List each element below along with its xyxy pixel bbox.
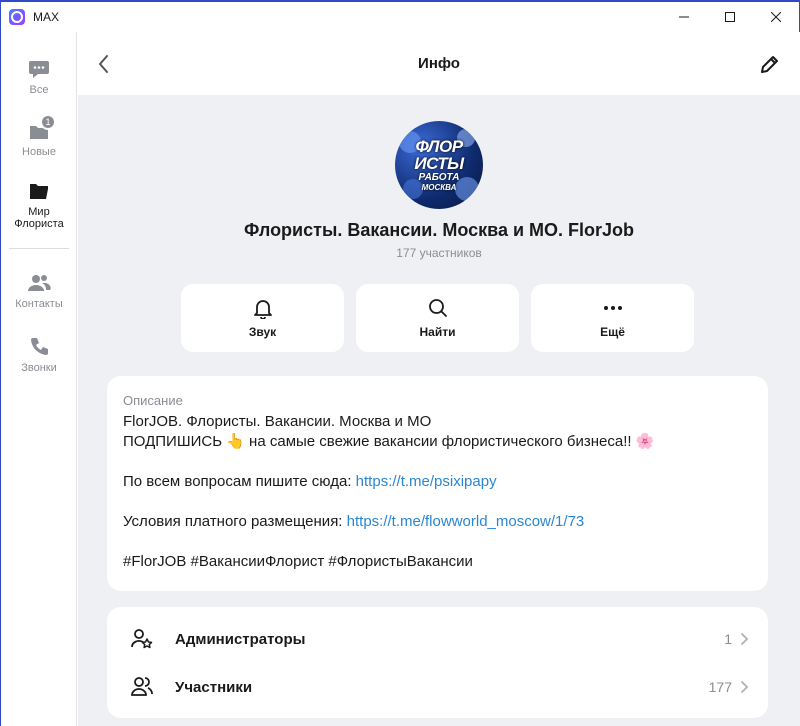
avatar-text-line1: ФЛОР <box>415 137 463 156</box>
chat-bubble-icon <box>29 61 49 78</box>
admins-label: Администраторы <box>175 630 306 648</box>
more-dots-icon <box>603 306 622 310</box>
description-card: Описание FlorJOB. Флористы. Вакансии. Мо… <box>107 376 768 591</box>
more-button-label: Ещё <box>600 325 625 339</box>
description-blank-line <box>123 492 752 512</box>
back-button[interactable] <box>92 52 116 76</box>
group-member-count: 177 участников <box>396 246 482 260</box>
rail-label-florist-world: Мир Флориста <box>14 206 64 230</box>
admins-row[interactable]: Администраторы 1 <box>107 615 768 663</box>
avatar-text-line4: МОСКВА <box>421 183 457 192</box>
window-title: MAX <box>33 10 60 24</box>
rail-item-calls[interactable]: Звонки <box>1 336 77 374</box>
window-titlebar: MAX <box>0 0 800 32</box>
rail-label-calls: Звонки <box>21 362 57 374</box>
maximize-icon <box>725 12 735 22</box>
maximize-button[interactable] <box>707 2 753 32</box>
more-button[interactable]: Ещё <box>531 284 694 352</box>
close-window-button[interactable] <box>753 2 799 32</box>
members-icon <box>131 677 153 696</box>
members-list-card: Администраторы 1 Участники 177 <box>107 607 768 718</box>
window-controls <box>661 2 799 32</box>
description-line: FlorJOB. Флористы. Вакансии. Москва и МО <box>123 413 432 430</box>
find-button-label: Найти <box>419 325 456 339</box>
description-line: По всем вопросам пишите сюда: https://t.… <box>123 472 752 492</box>
minimize-icon <box>679 16 689 18</box>
rail-item-contacts[interactable]: Контакты <box>1 272 77 310</box>
bell-icon <box>253 300 272 319</box>
members-count: 177 <box>708 679 732 695</box>
folder-icon <box>30 184 48 199</box>
avatar-text-line2: ИСТЫ <box>414 154 464 173</box>
members-label: Участники <box>175 678 253 696</box>
members-row[interactable]: Участники 177 <box>107 663 768 711</box>
edit-button[interactable] <box>758 54 780 76</box>
rail-label-new: Новые <box>22 146 56 158</box>
description-contact-text: По всем вопросам пишите сюда: <box>123 473 356 490</box>
rail-divider <box>9 248 69 249</box>
description-blank-line <box>123 532 752 552</box>
sound-button-label: Звук <box>248 325 277 339</box>
group-name: Флористы. Вакансии. Москва и МО. FlorJob <box>243 220 635 240</box>
description-terms-text: Условия платного размещения: <box>123 513 347 530</box>
rail-item-new[interactable]: 1 Новые <box>1 114 77 158</box>
rail-item-all[interactable]: Все <box>1 58 77 96</box>
new-count-badge: 1 <box>40 114 56 130</box>
description-title: Описание <box>123 393 183 408</box>
description-blank-line <box>123 452 752 472</box>
avatar-text-line3: РАБОТА <box>418 172 460 183</box>
sound-button[interactable]: Звук <box>181 284 344 352</box>
group-avatar[interactable]: ФЛОР ИСТЫ РАБОТА МОСКВА <box>395 121 483 209</box>
description-line: Условия платного размещения: https://t.m… <box>123 512 752 532</box>
group-info-panel: Инфо ФЛОР ИСТЫ РАБОТА МОСКВА Флористы. В… <box>78 32 800 726</box>
left-rail: Все 1 Новые Мир Флориста Контакты Звонки <box>0 32 77 726</box>
search-icon <box>428 299 447 317</box>
chevron-right-icon <box>741 633 749 645</box>
contacts-icon <box>28 275 51 291</box>
rail-item-florist-world[interactable]: Мир Флориста <box>1 180 77 230</box>
page-title: Инфо <box>418 55 460 72</box>
app-logo-icon <box>9 9 25 25</box>
terms-link[interactable]: https://t.me/flowworld_moscow/1/73 <box>347 513 585 530</box>
phone-icon <box>31 338 48 355</box>
rail-label-all: Все <box>29 84 49 96</box>
chevron-right-icon <box>741 681 749 693</box>
admins-count: 1 <box>724 631 732 647</box>
chevron-left-icon <box>99 55 108 73</box>
rail-label-contacts: Контакты <box>15 298 63 310</box>
description-hashtags: #FlorJOB #ВакансииФлорист #ФлористыВакан… <box>123 553 473 570</box>
description-line: ПОДПИШИСЬ 👆 на самые свежие вакансии фло… <box>123 433 655 450</box>
info-header: Инфо <box>78 32 800 95</box>
close-icon <box>771 12 781 22</box>
find-button[interactable]: Найти <box>356 284 519 352</box>
minimize-button[interactable] <box>661 2 707 32</box>
admin-star-icon <box>131 629 153 649</box>
pencil-icon <box>761 56 778 73</box>
contact-link[interactable]: https://t.me/psixipapy <box>356 473 497 490</box>
